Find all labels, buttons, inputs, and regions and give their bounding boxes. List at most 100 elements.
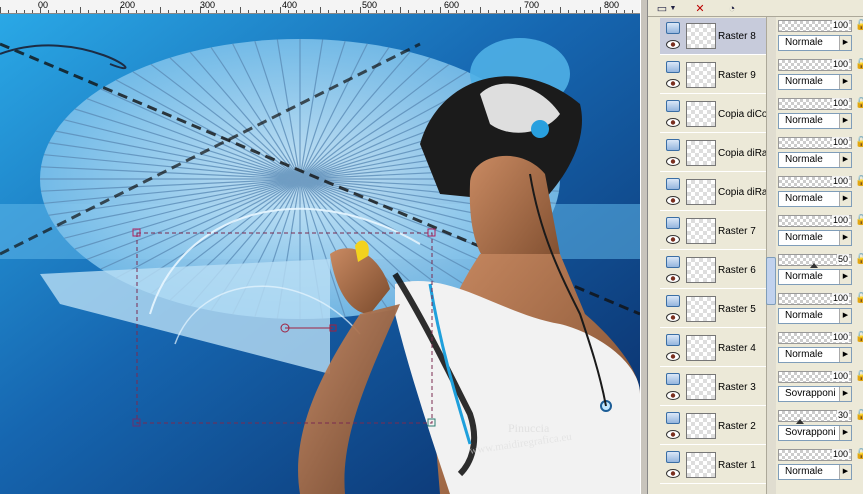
layer-name[interactable]: Copia diRa — [718, 187, 766, 198]
blend-dropdown-icon[interactable]: ▶ — [839, 465, 851, 479]
eye-icon[interactable] — [666, 313, 680, 322]
layer-type-icon[interactable] — [666, 178, 680, 190]
layer-info[interactable]: Raster 4 — [660, 330, 766, 367]
blend-dropdown-icon[interactable]: ▶ — [839, 192, 851, 206]
eye-icon[interactable] — [666, 274, 680, 283]
dropdown-arrow-icon[interactable]: ▼ — [668, 1, 678, 16]
lock-icon[interactable]: 🔓 — [855, 59, 863, 70]
blend-dropdown-icon[interactable]: ▶ — [839, 153, 851, 167]
opacity-marker[interactable] — [810, 263, 818, 268]
layer-info[interactable]: Copia diRa — [660, 135, 766, 172]
eye-icon[interactable] — [666, 40, 680, 49]
delete-layer-icon[interactable]: ✕ — [690, 1, 710, 16]
blend-mode-select[interactable]: Normale ▶ — [778, 152, 852, 168]
eye-icon[interactable] — [666, 469, 680, 478]
layer-row[interactable]: Raster 6 50 Normale ▶ 🔓 — [648, 251, 863, 290]
layer-type-icon[interactable] — [666, 412, 680, 424]
eye-icon[interactable] — [666, 352, 680, 361]
blend-dropdown-icon[interactable]: ▶ — [839, 75, 851, 89]
blend-mode-select[interactable]: Normale ▶ — [778, 230, 852, 246]
opacity-slider[interactable]: 100 — [778, 449, 852, 461]
eye-icon[interactable] — [666, 391, 680, 400]
layer-row[interactable]: Copia diRa 100 Normale ▶ 🔓 — [648, 134, 863, 173]
lock-icon[interactable]: 🔓 — [855, 215, 863, 226]
layer-info[interactable]: Raster 1 — [660, 447, 766, 484]
opacity-slider[interactable]: 100 — [778, 98, 852, 110]
layer-type-icon[interactable] — [666, 373, 680, 385]
opacity-slider[interactable]: 100 — [778, 332, 852, 344]
opacity-slider[interactable]: 100 — [778, 59, 852, 71]
lock-icon[interactable]: 🔓 — [855, 410, 863, 421]
blend-dropdown-icon[interactable]: ▶ — [839, 270, 851, 284]
blend-mode-select[interactable]: Normale ▶ — [778, 269, 852, 285]
layer-name[interactable]: Raster 2 — [718, 421, 766, 432]
layer-info[interactable]: Raster 8 — [660, 18, 766, 55]
eye-icon[interactable] — [666, 157, 680, 166]
opacity-slider[interactable]: 100 — [778, 176, 852, 188]
opacity-slider[interactable]: 100 — [778, 371, 852, 383]
layer-type-icon[interactable] — [666, 256, 680, 268]
blend-mode-select[interactable]: Normale ▶ — [778, 464, 852, 480]
opacity-slider[interactable]: 100 — [778, 215, 852, 227]
layer-row[interactable]: Copia diCo 100 Normale ▶ 🔓 — [648, 95, 863, 134]
blend-dropdown-icon[interactable]: ▶ — [839, 36, 851, 50]
layer-name[interactable]: Copia diCo — [718, 109, 766, 120]
layer-row[interactable]: Copia diRa 100 Normale ▶ 🔓 — [648, 173, 863, 212]
layer-type-icon[interactable] — [666, 295, 680, 307]
layer-info[interactable]: Raster 7 — [660, 213, 766, 250]
eye-icon[interactable] — [666, 196, 680, 205]
layer-row[interactable]: Raster 7 100 Normale ▶ 🔓 — [648, 212, 863, 251]
layer-type-icon[interactable] — [666, 217, 680, 229]
image-canvas[interactable]: Pinuccia www.maidiregrafica.eu — [0, 14, 640, 494]
opacity-slider[interactable]: 100 — [778, 293, 852, 305]
lock-icon[interactable]: 🔓 — [855, 98, 863, 109]
layer-info[interactable]: Copia diCo — [660, 96, 766, 133]
layer-info[interactable]: Raster 6 — [660, 252, 766, 289]
layer-name[interactable]: Raster 6 — [718, 265, 766, 276]
layer-name[interactable]: Raster 5 — [718, 304, 766, 315]
lock-icon[interactable]: 🔓 — [855, 293, 863, 304]
layer-name[interactable]: Copia diRa — [718, 148, 766, 159]
layer-info[interactable]: Raster 5 — [660, 291, 766, 328]
eye-icon[interactable] — [666, 235, 680, 244]
blend-dropdown-icon[interactable]: ▶ — [839, 426, 851, 440]
blend-mode-select[interactable]: Normale ▶ — [778, 113, 852, 129]
layer-row[interactable]: Raster 4 100 Normale ▶ 🔓 — [648, 329, 863, 368]
layer-row[interactable]: Raster 3 100 Sovrapponi ▶ 🔓 — [648, 368, 863, 407]
layer-name[interactable]: Raster 9 — [718, 70, 766, 81]
blend-mode-select[interactable]: Normale ▶ — [778, 308, 852, 324]
panel-splitter[interactable] — [640, 0, 648, 494]
layer-name[interactable]: Raster 8 — [718, 31, 766, 42]
layer-type-icon[interactable] — [666, 139, 680, 151]
opacity-slider[interactable]: 100 — [778, 137, 852, 149]
eye-icon[interactable] — [666, 118, 680, 127]
blend-mode-select[interactable]: Normale ▶ — [778, 191, 852, 207]
layer-row[interactable]: Raster 2 30 Sovrapponi ▶ 🔓 — [648, 407, 863, 446]
layer-row[interactable]: Raster 5 100 Normale ▶ 🔓 — [648, 290, 863, 329]
layer-type-icon[interactable] — [666, 61, 680, 73]
layer-type-icon[interactable] — [666, 451, 680, 463]
layer-row[interactable]: Raster 9 100 Normale ▶ 🔓 — [648, 56, 863, 95]
blend-mode-select[interactable]: Sovrapponi ▶ — [778, 386, 852, 402]
layer-info[interactable]: Raster 2 — [660, 408, 766, 445]
layer-name[interactable]: Raster 4 — [718, 343, 766, 354]
lock-icon[interactable]: 🔓 — [855, 332, 863, 343]
layer-row[interactable]: Raster 8 100 Normale ▶ 🔓 — [648, 17, 863, 56]
layer-type-icon[interactable] — [666, 100, 680, 112]
opacity-marker[interactable] — [796, 419, 804, 424]
lock-icon[interactable]: 🔓 — [855, 20, 863, 31]
layer-name[interactable]: Raster 1 — [718, 460, 766, 471]
blend-mode-select[interactable]: Sovrapponi ▶ — [778, 425, 852, 441]
layer-name[interactable]: Raster 7 — [718, 226, 766, 237]
blend-dropdown-icon[interactable]: ▶ — [839, 348, 851, 362]
blend-mode-select[interactable]: Normale ▶ — [778, 74, 852, 90]
eye-icon[interactable] — [666, 430, 680, 439]
mask-icon[interactable]: ◔ — [722, 1, 742, 16]
lock-icon[interactable]: 🔓 — [855, 449, 863, 460]
blend-dropdown-icon[interactable]: ▶ — [839, 114, 851, 128]
opacity-slider[interactable]: 50 — [778, 254, 852, 268]
blend-dropdown-icon[interactable]: ▶ — [839, 387, 851, 401]
opacity-slider[interactable]: 100 — [778, 20, 852, 32]
layer-info[interactable]: Raster 9 — [660, 57, 766, 94]
layer-type-icon[interactable] — [666, 334, 680, 346]
